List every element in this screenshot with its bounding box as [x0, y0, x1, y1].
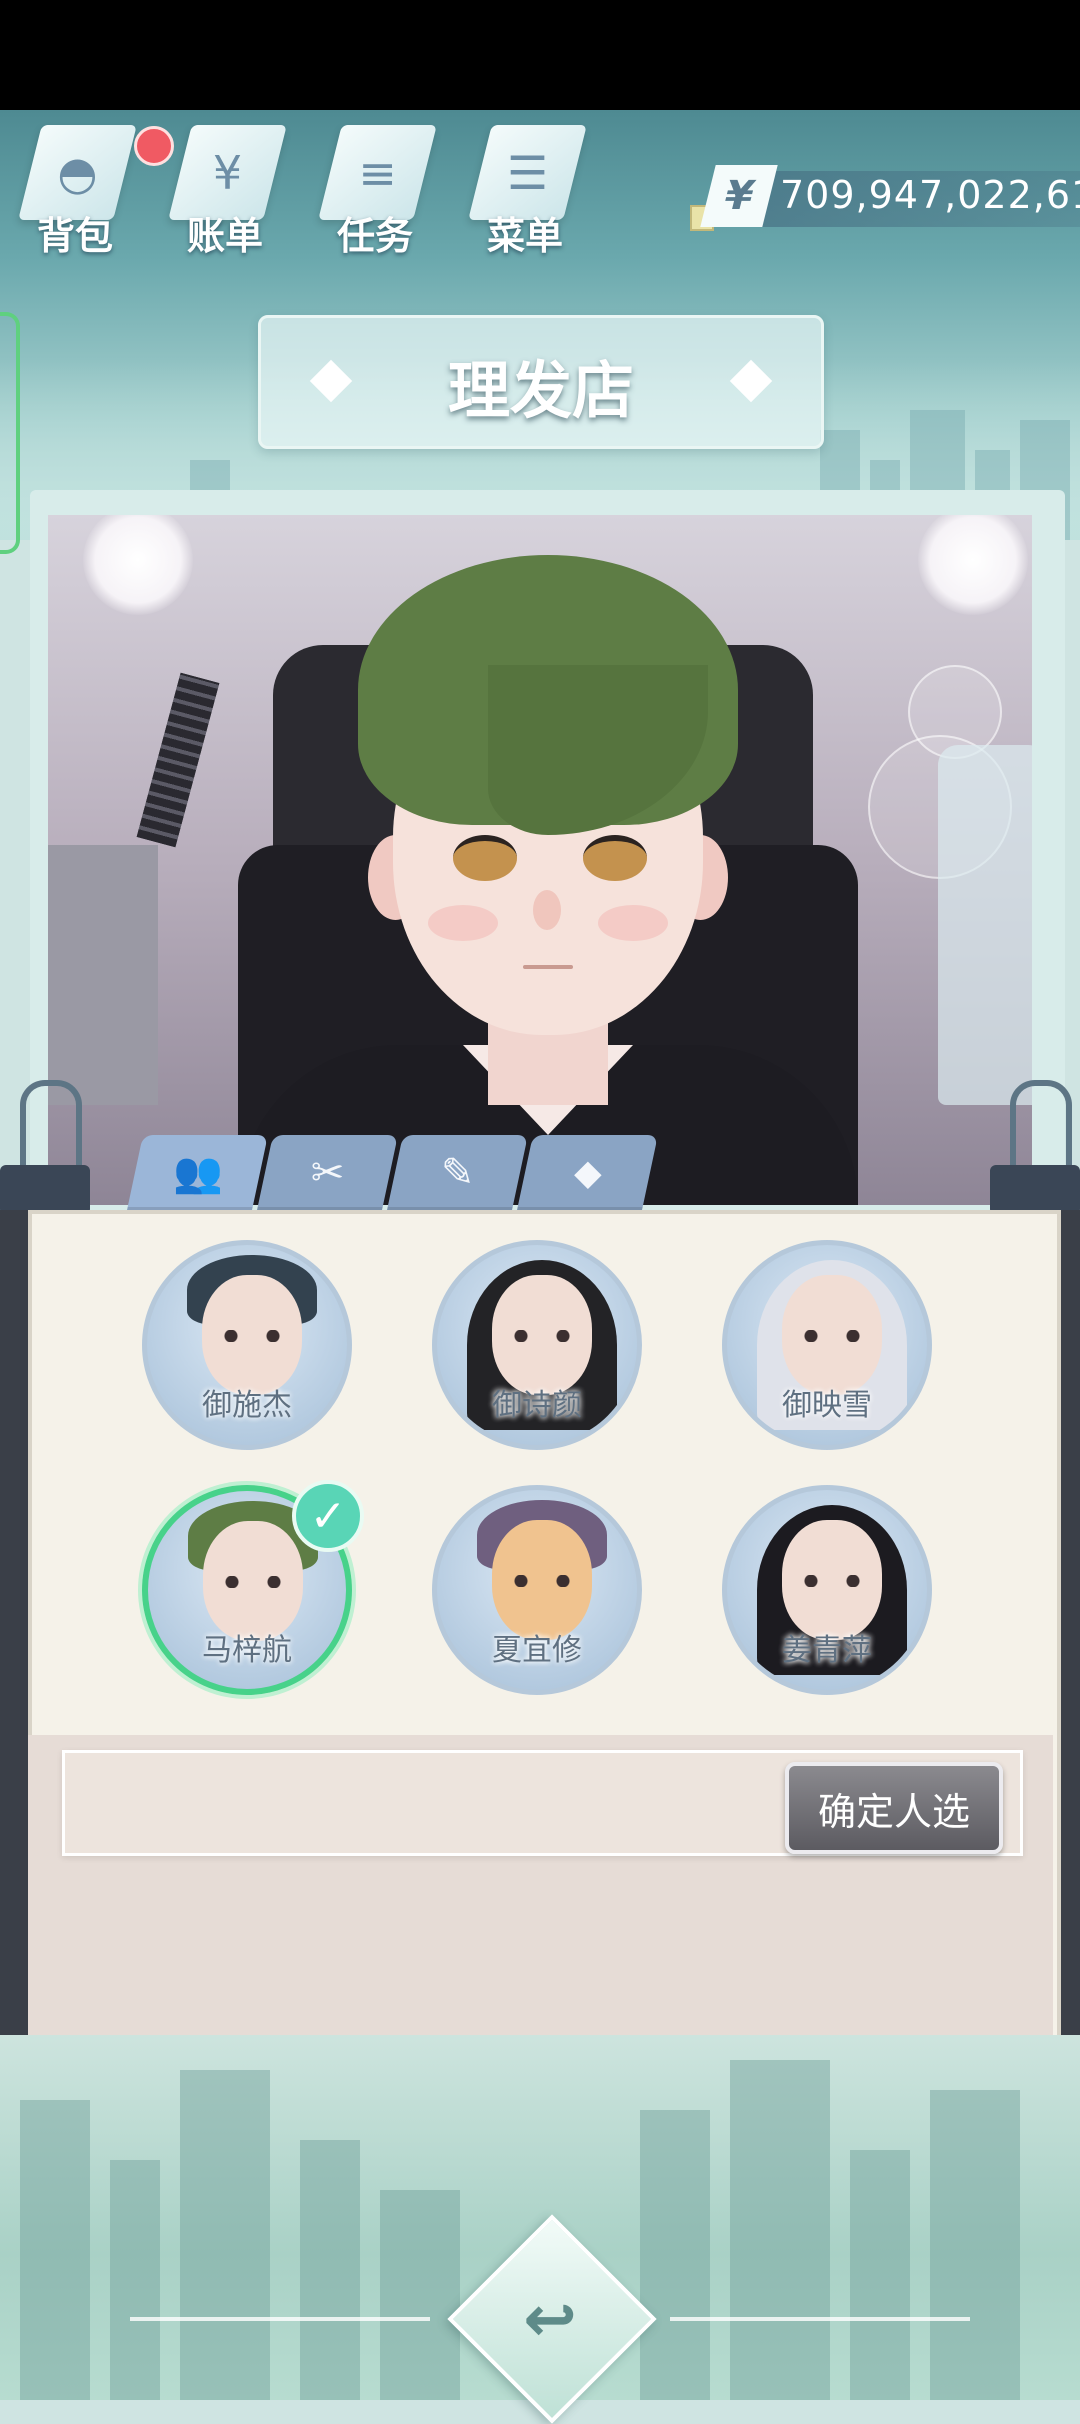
character-name: 夏宜修: [492, 1633, 582, 1668]
spray-bottle: [938, 745, 1032, 1105]
bill-button[interactable]: ¥ 账单: [160, 125, 290, 265]
bill-label: 账单: [186, 214, 263, 258]
currency-display: ¥ 709,947,022,613: [690, 165, 1080, 235]
confirm-selection-button[interactable]: 确定人选: [785, 1762, 1003, 1854]
character-preview: [48, 515, 1032, 1205]
tab-accessory[interactable]: ⬥: [517, 1135, 658, 1210]
character-avatar[interactable]: 姜青萍: [722, 1485, 932, 1695]
title-plate: 理发店: [258, 315, 824, 449]
scissors-icon: ✂: [310, 1149, 345, 1196]
divider-line-right: [670, 2317, 970, 2321]
tab-haircut[interactable]: ✂: [257, 1135, 398, 1210]
character-name: 姜青萍: [782, 1633, 872, 1668]
tab-characters[interactable]: 👥: [127, 1135, 268, 1210]
tab-dye[interactable]: ✎: [387, 1135, 528, 1210]
check-icon: ✓: [292, 1480, 364, 1552]
character-avatar[interactable]: 御映雪: [722, 1240, 932, 1450]
backpack-label: 背包: [36, 214, 113, 258]
character-name: 御映雪: [782, 1388, 872, 1423]
tool-cup: [48, 845, 158, 1105]
task-label: 任务: [336, 214, 413, 258]
eraser-icon: ⬥: [573, 1149, 602, 1196]
mirror-bulb: [83, 515, 193, 615]
menu-button[interactable]: ☰ 菜单: [460, 125, 590, 265]
mirror-bulb: [918, 515, 1028, 615]
character-avatar[interactable]: 夏宜修: [432, 1485, 642, 1695]
currency-value: 709,947,022,613: [780, 173, 1080, 217]
backpack-button[interactable]: ◓ 背包: [10, 125, 140, 265]
character-name: 御诗颜: [492, 1388, 582, 1423]
menu-label: 菜单: [486, 214, 563, 258]
binder-clip-right: [990, 1080, 1080, 1230]
dye-tube-icon: ✎: [440, 1149, 475, 1196]
task-button[interactable]: ≡ 任务: [310, 125, 440, 265]
character-avatar[interactable]: 御施杰: [142, 1240, 352, 1450]
comb-icon: [136, 672, 220, 848]
back-arrow-icon[interactable]: ↩: [480, 2250, 620, 2390]
binder-clip-left: [0, 1080, 90, 1230]
status-bar: [0, 0, 1080, 110]
character-model: [238, 545, 858, 1205]
side-drawer-handle[interactable]: [0, 312, 20, 554]
character-name: 御施杰: [202, 1388, 292, 1423]
people-icon: 👥: [172, 1150, 223, 1196]
character-avatar[interactable]: 御诗颜: [432, 1240, 642, 1450]
category-tabs: 👥 ✂ ✎ ⬥: [127, 1135, 695, 1210]
character-name: 马梓航: [202, 1633, 292, 1668]
divider-line-left: [130, 2317, 430, 2321]
